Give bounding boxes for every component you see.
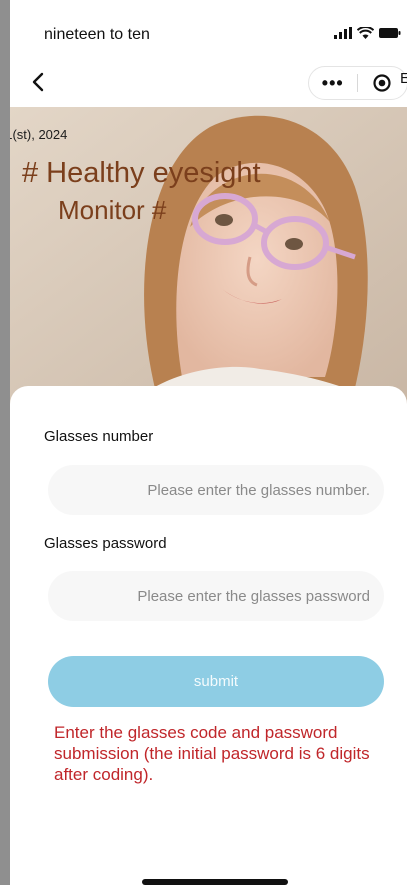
status-icons (334, 27, 401, 39)
more-dots-icon: ••• (321, 72, 344, 93)
mini-program-capsule: ••• (308, 66, 407, 100)
submit-button[interactable]: submit (48, 656, 384, 707)
capsule-trailing-text: E (400, 70, 407, 87)
hero-subtitle: Monitor # (58, 195, 167, 225)
form-card: Glasses number Glasses password submit E… (10, 386, 407, 885)
hero-banner: 21(st), 2024 # Healthy eyesight Monitor … (10, 107, 407, 407)
glasses-password-label: Glasses password (44, 535, 167, 552)
nav-bar: ••• E (10, 60, 407, 107)
more-button[interactable]: ••• (309, 67, 357, 99)
battery-icon (379, 28, 401, 38)
glasses-password-input[interactable] (48, 571, 384, 621)
status-bar: nineteen to ten (10, 0, 407, 60)
status-time: nineteen to ten (44, 26, 150, 43)
back-button[interactable] (24, 68, 52, 96)
hero-date: 21(st), 2024 (10, 127, 68, 142)
chevron-left-icon (32, 72, 44, 92)
home-indicator (142, 879, 288, 885)
glasses-number-input[interactable] (48, 465, 384, 515)
target-close-icon (373, 74, 391, 92)
wifi-icon (357, 27, 374, 39)
glasses-number-label: Glasses number (44, 428, 154, 445)
hero-title: # Healthy eyesight (22, 157, 261, 189)
submission-hint: Enter the glasses code and password subm… (54, 723, 370, 784)
hero-photo (10, 107, 407, 407)
signal-icon (334, 27, 352, 39)
phone-screen: nineteen to ten ••• E (st), 2024 # Healt… (10, 0, 407, 885)
